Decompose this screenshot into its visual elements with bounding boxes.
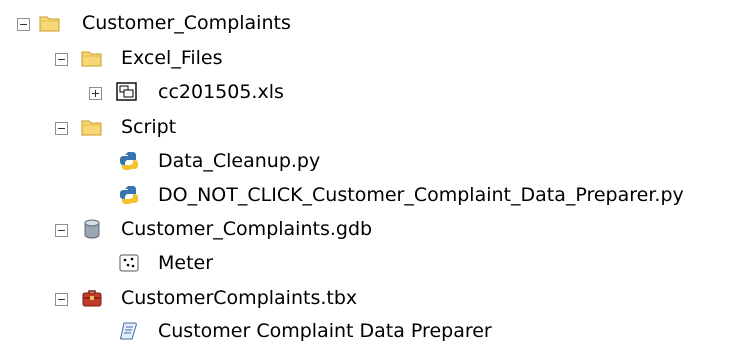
tree-node-do-not-click-py[interactable]: DO_NOT_CLICK_Customer_Complaint_Data_Pre… xyxy=(0,181,753,209)
tree-node-customer-complaint-data-preparer[interactable]: Customer Complaint Data Preparer xyxy=(0,317,753,345)
node-label: DO_NOT_CLICK_Customer_Complaint_Data_Pre… xyxy=(158,184,684,206)
tree-node-excel-files[interactable]: Excel_Files xyxy=(0,44,753,72)
tree-node-cc201505-xls[interactable]: cc201505.xls xyxy=(0,78,753,106)
folder-icon xyxy=(81,47,103,69)
script-tool-icon xyxy=(118,320,140,342)
collapse-toggle[interactable] xyxy=(17,18,30,31)
collapse-toggle[interactable] xyxy=(55,293,68,306)
expand-toggle[interactable] xyxy=(89,87,102,100)
node-label: Data_Cleanup.py xyxy=(158,150,321,172)
folder-icon xyxy=(81,116,103,138)
tree-node-customercomplaints-tbx[interactable]: CustomerComplaints.tbx xyxy=(0,284,753,312)
point-feature-class-icon xyxy=(118,252,140,274)
python-icon xyxy=(118,184,140,206)
tree-node-script[interactable]: Script xyxy=(0,113,753,141)
node-label: Customer_Complaints xyxy=(82,12,291,34)
node-label: cc201505.xls xyxy=(158,81,284,103)
node-label: Excel_Files xyxy=(121,47,223,69)
toolbox-icon xyxy=(81,287,103,309)
geodatabase-icon xyxy=(81,218,103,240)
tree-node-meter[interactable]: Meter xyxy=(0,249,753,277)
collapse-toggle[interactable] xyxy=(55,53,68,66)
collapse-toggle[interactable] xyxy=(55,224,68,237)
node-label: CustomerComplaints.tbx xyxy=(121,287,358,309)
node-label: Customer Complaint Data Preparer xyxy=(158,320,492,342)
node-label: Script xyxy=(121,116,177,138)
tree-node-customer-complaints-gdb[interactable]: Customer_Complaints.gdb xyxy=(0,215,753,243)
node-label: Meter xyxy=(158,252,214,274)
tree-node-data-cleanup-py[interactable]: Data_Cleanup.py xyxy=(0,147,753,175)
node-label: Customer_Complaints.gdb xyxy=(121,218,373,240)
excel-table-icon xyxy=(116,81,138,103)
tree-node-customer-complaints[interactable]: Customer_Complaints xyxy=(0,9,753,37)
folder-icon xyxy=(39,12,61,34)
python-icon xyxy=(118,150,140,172)
collapse-toggle[interactable] xyxy=(55,122,68,135)
